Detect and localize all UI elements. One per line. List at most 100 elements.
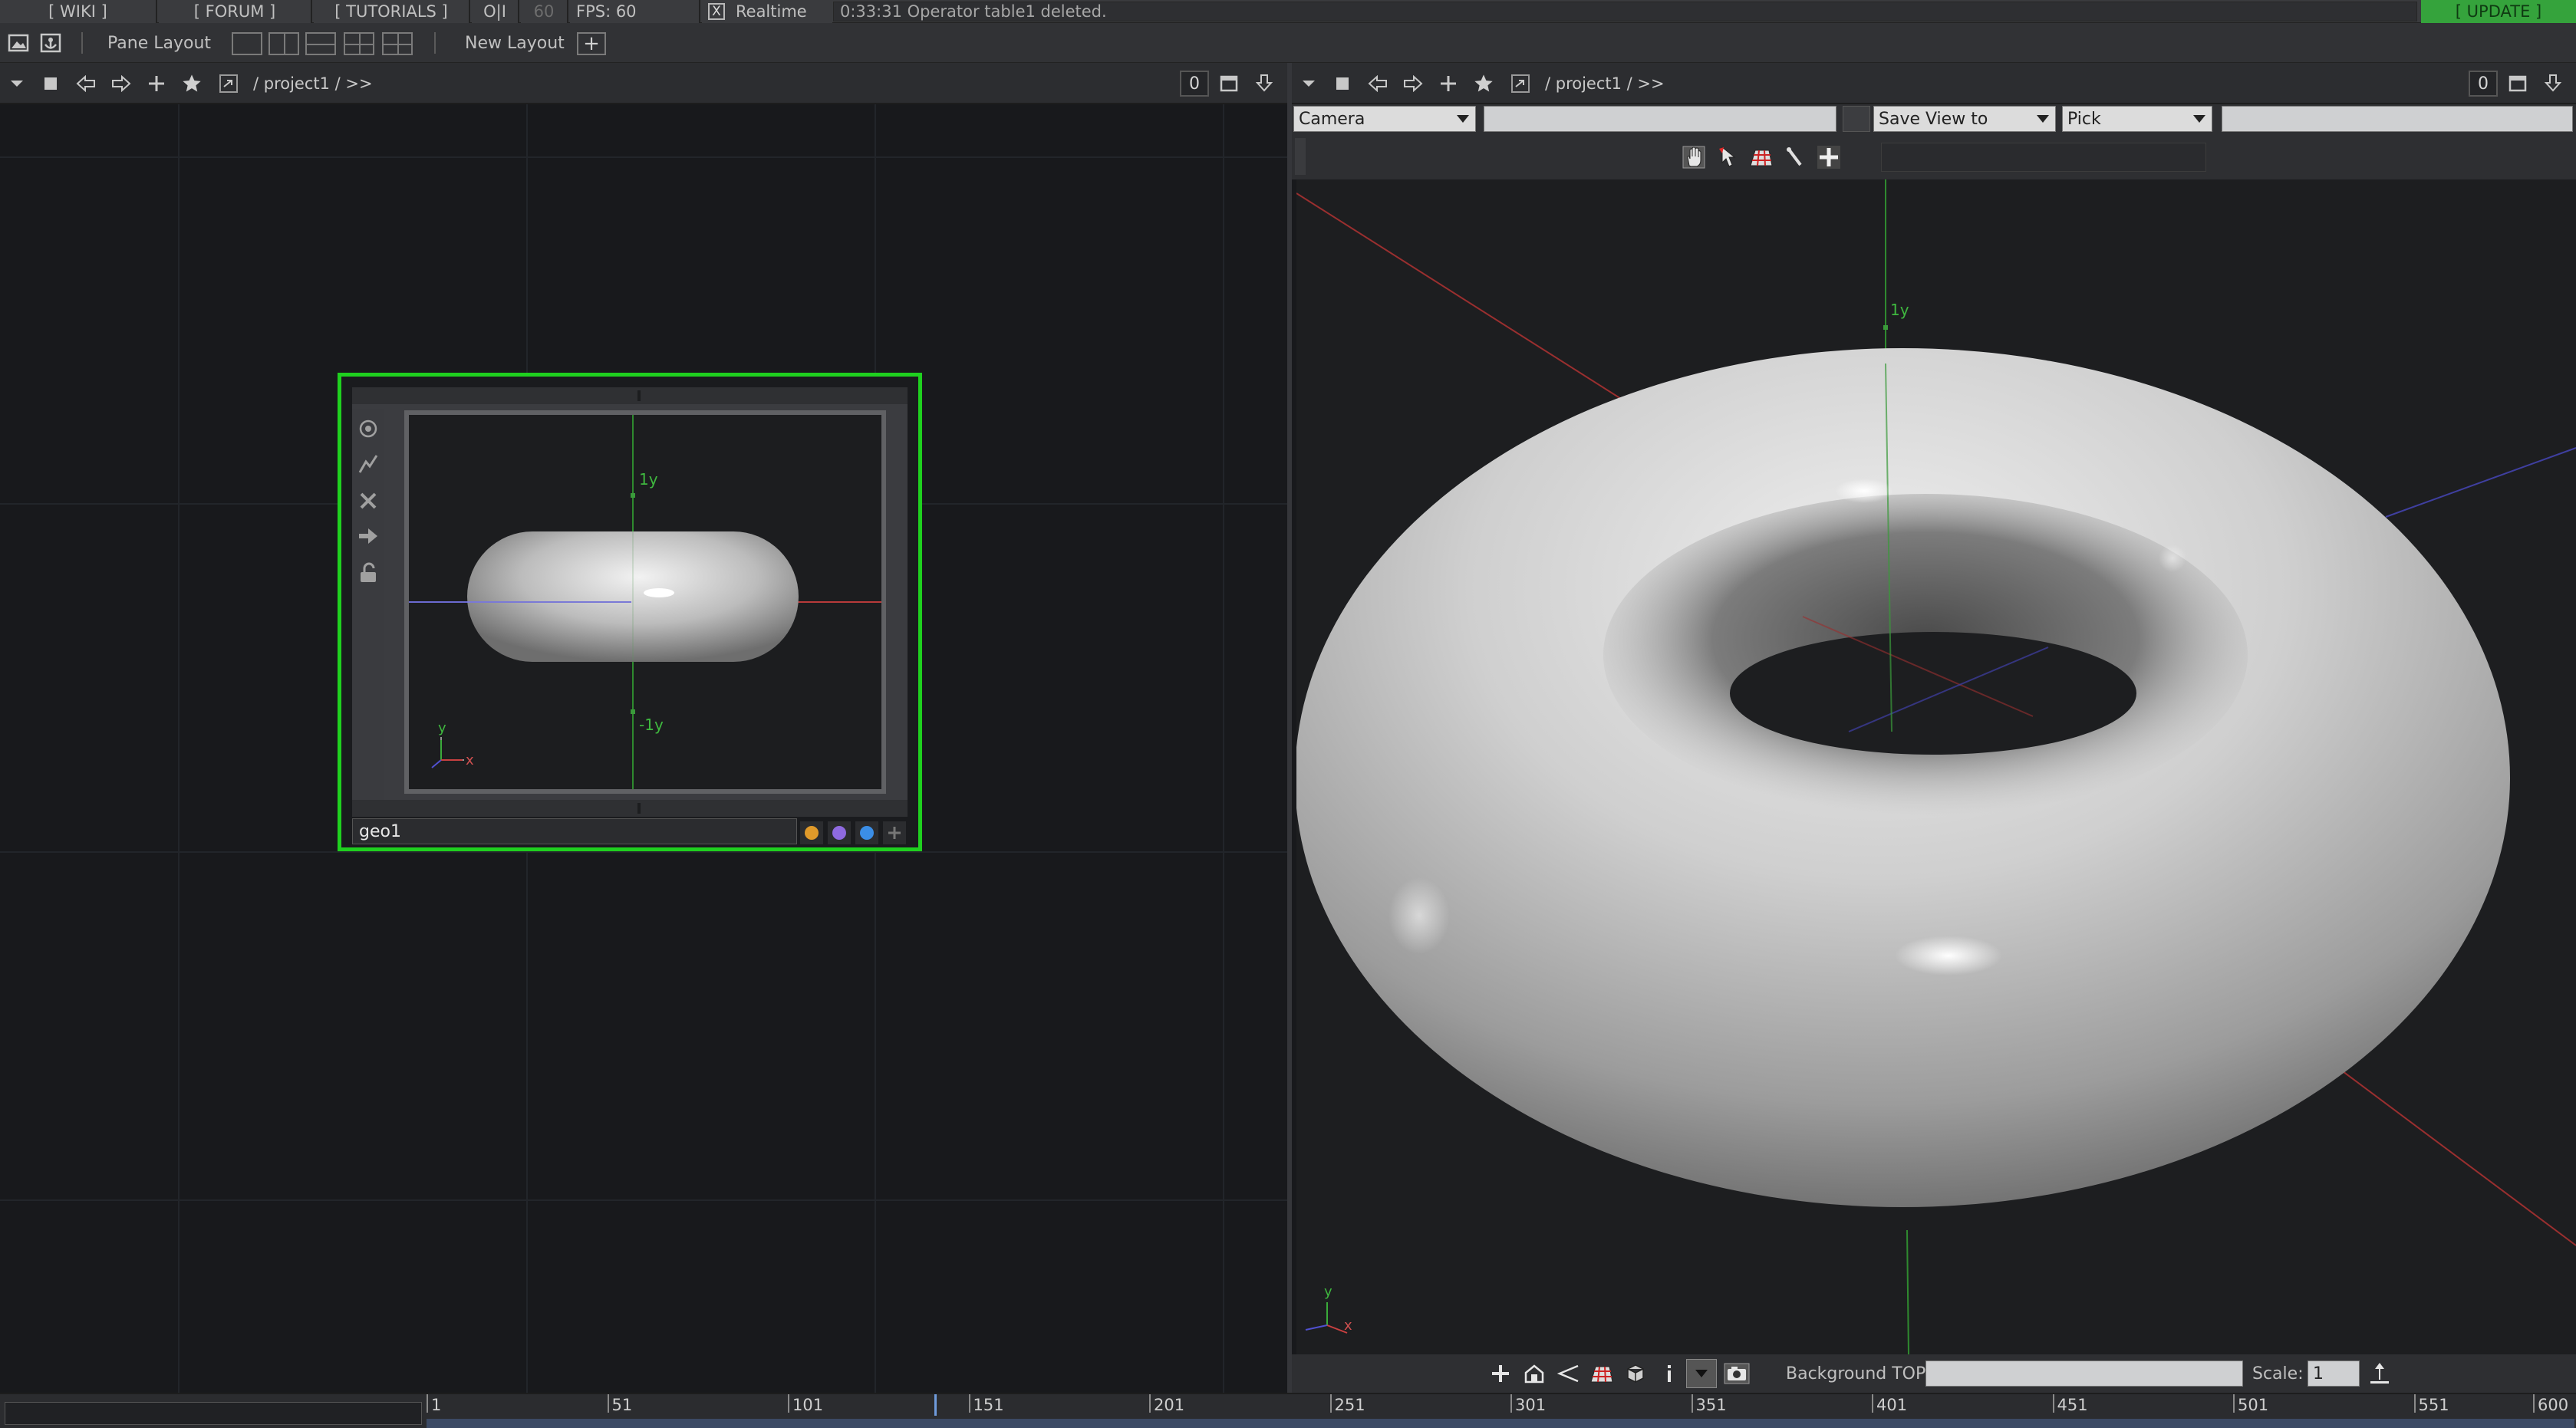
- 3d-viewport[interactable]: 1y y x: [1296, 179, 2576, 1354]
- viewer-options-bar: Camera Save View to Pick: [1292, 104, 2576, 133]
- camera-path-field[interactable]: [1484, 106, 1836, 132]
- stop-icon[interactable]: [1327, 69, 1358, 98]
- pick-path-field[interactable]: [2222, 106, 2573, 132]
- back-arrow-icon[interactable]: [1362, 69, 1393, 98]
- pane-counter[interactable]: 0: [2469, 71, 2498, 97]
- pane-counter[interactable]: 0: [1180, 71, 1209, 97]
- fps-cap-field[interactable]: 60: [521, 0, 568, 23]
- node-name-label[interactable]: geo1: [352, 818, 797, 844]
- node-gizmo-y-label: y: [438, 720, 446, 736]
- viewer-active-icon[interactable]: [352, 412, 384, 446]
- tool-options-field[interactable]: [1881, 143, 2206, 172]
- forward-arrow-icon[interactable]: [1398, 69, 1428, 98]
- bypass-x-icon[interactable]: [352, 484, 384, 518]
- layout-single-icon[interactable]: [232, 32, 262, 55]
- network-path-breadcrumb[interactable]: / project1 / >>: [253, 63, 373, 104]
- viewer-bottom-bar: Background TOP: Scale: 1: [1292, 1354, 2576, 1393]
- save-view-dropdown[interactable]: Save View to: [1873, 106, 2056, 132]
- forward-arrow-icon[interactable]: [106, 69, 137, 98]
- tutorials-button[interactable]: [ TUTORIALS ]: [314, 0, 470, 23]
- home-plus-icon[interactable]: [141, 69, 172, 98]
- forum-button[interactable]: [ FORUM ]: [159, 0, 312, 23]
- node-flag-more[interactable]: [883, 821, 906, 844]
- maximize-pane-icon[interactable]: [1214, 69, 1244, 98]
- transform-grid-icon[interactable]: [1746, 143, 1777, 172]
- timeline-tick-label: 501: [2238, 1396, 2269, 1414]
- display-options-chevron-icon[interactable]: [1686, 1359, 1717, 1388]
- pane-splitter[interactable]: [1287, 63, 1292, 1393]
- timeline-tick-label: 101: [792, 1396, 824, 1414]
- timeline-tick: [1872, 1394, 1873, 1413]
- info-icon[interactable]: [1654, 1359, 1685, 1388]
- view-toggle-button[interactable]: [1843, 106, 1870, 132]
- frame-view-icon[interactable]: [1553, 1359, 1583, 1388]
- scale-slider-icon[interactable]: [2364, 1359, 2395, 1388]
- bookmark-star-icon[interactable]: [176, 69, 207, 98]
- timeline-tick: [1329, 1394, 1332, 1413]
- grid-display-icon[interactable]: [1586, 1359, 1617, 1388]
- home-plus-icon[interactable]: [1433, 69, 1464, 98]
- stop-icon[interactable]: [35, 69, 66, 98]
- timeline-tick: [2533, 1394, 2535, 1413]
- image-icon[interactable]: [3, 28, 34, 58]
- scale-input[interactable]: 1: [2308, 1361, 2360, 1387]
- node-flag-purple[interactable]: [828, 821, 851, 844]
- bookmark-star-icon[interactable]: [1468, 69, 1499, 98]
- node-flag-orange[interactable]: [800, 821, 823, 844]
- node-bottom-strip: [352, 800, 908, 817]
- camera-dropdown[interactable]: Camera: [1293, 106, 1476, 132]
- hand-pan-icon[interactable]: [1678, 143, 1709, 172]
- display-flag-icon[interactable]: [352, 447, 384, 481]
- timeline-range-field[interactable]: [5, 1402, 422, 1425]
- new-layout-label: New Layout: [465, 33, 565, 53]
- top-bar: [ WIKI ] [ FORUM ] [ TUTORIALS ] O|I 60 …: [0, 0, 2576, 23]
- realtime-label: Realtime: [736, 2, 807, 21]
- timeline-tick: [2233, 1394, 2235, 1413]
- wiki-button[interactable]: [ WIKI ]: [0, 0, 157, 23]
- node-flag-blue[interactable]: [855, 821, 878, 844]
- background-top-field[interactable]: [1925, 1361, 2243, 1387]
- oi-button[interactable]: O|I: [472, 0, 519, 23]
- geo1-node[interactable]: 1y -1y y x geo1: [338, 373, 922, 851]
- anchor-icon[interactable]: [35, 28, 66, 58]
- update-button[interactable]: [ UPDATE ]: [2421, 0, 2576, 23]
- snapshot-camera-icon[interactable]: [1721, 1359, 1752, 1388]
- bone-tool-icon[interactable]: [1780, 143, 1810, 172]
- tool-strip-handle[interactable]: [1295, 138, 1306, 175]
- timeline-tick-label: 551: [2418, 1396, 2449, 1414]
- pick-dropdown-value: Pick: [2067, 109, 2101, 129]
- layout-split-horizontal-icon[interactable]: [305, 32, 336, 55]
- select-arrow-icon[interactable]: [1712, 143, 1743, 172]
- pane-download-icon[interactable]: [1249, 69, 1280, 98]
- pick-dropdown[interactable]: Pick: [2062, 106, 2212, 132]
- realtime-checkbox[interactable]: X: [708, 3, 725, 20]
- add-geometry-plus-icon[interactable]: [1485, 1359, 1516, 1388]
- timeline-range-bar[interactable]: [427, 1419, 2574, 1428]
- layout-split-vertical-icon[interactable]: [268, 32, 299, 55]
- timeline-bar[interactable]: 1 51 101 151 201 251 301 351 401 451 501 551 600: [0, 1393, 2576, 1428]
- pane-menu-chevron-icon[interactable]: [2, 69, 32, 98]
- viewer-path-breadcrumb[interactable]: / project1 / >>: [1545, 63, 1665, 104]
- home-view-icon[interactable]: [1519, 1359, 1550, 1388]
- link-toggle-icon[interactable]: [1505, 69, 1536, 98]
- pane-download-icon[interactable]: [2538, 69, 2568, 98]
- timeline-playhead[interactable]: [934, 1394, 937, 1416]
- layout-triple-icon[interactable]: [344, 32, 374, 55]
- timeline-tick-label: 401: [1876, 1396, 1908, 1414]
- timeline-ruler[interactable]: 1 51 101 151 201 251 301 351 401 451 501 551 600: [427, 1394, 2574, 1428]
- add-point-plus-icon[interactable]: [1813, 143, 1844, 172]
- camera-dropdown-value: Camera: [1299, 109, 1365, 129]
- bounding-box-icon[interactable]: [1620, 1359, 1651, 1388]
- link-toggle-icon[interactable]: [213, 69, 244, 98]
- maximize-pane-icon[interactable]: [2502, 69, 2533, 98]
- scale-label: Scale:: [2252, 1364, 2304, 1384]
- lock-icon[interactable]: [352, 556, 384, 590]
- realtime-toggle[interactable]: X Realtime: [702, 0, 832, 23]
- layout-quad-icon[interactable]: [382, 32, 413, 55]
- cook-arrow-icon[interactable]: [352, 519, 384, 553]
- timeline-tick: [2413, 1394, 2416, 1413]
- back-arrow-icon[interactable]: [71, 69, 101, 98]
- add-layout-button[interactable]: +: [577, 32, 606, 55]
- pane-menu-chevron-icon[interactable]: [1293, 69, 1324, 98]
- timeline-tick-label: 301: [1515, 1396, 1547, 1414]
